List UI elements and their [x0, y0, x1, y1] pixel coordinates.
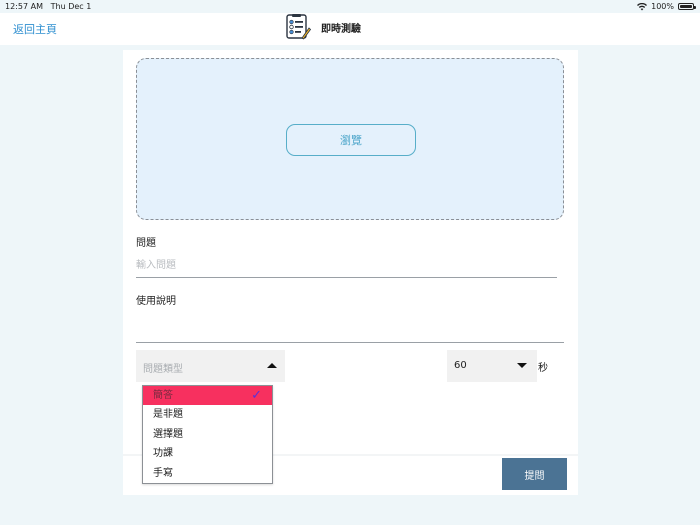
- dropdown-item-label: 簡答: [153, 390, 173, 401]
- caret-up-icon: [267, 363, 277, 368]
- battery-icon: [678, 3, 696, 10]
- battery-percent: 100%: [651, 2, 674, 11]
- dropdown-item-multiple-choice[interactable]: 選擇題: [143, 425, 272, 444]
- dropdown-item-label: 選擇題: [153, 428, 183, 440]
- chevron-down-icon: [517, 363, 527, 368]
- seconds-unit-label: 秒: [538, 363, 548, 374]
- dropdown-item-true-false[interactable]: 是非題: [143, 405, 272, 424]
- question-type-placeholder: 問題類型: [143, 364, 183, 375]
- instructions-label: 使用說明: [136, 296, 176, 307]
- status-time-date: 12:57 AM Thu Dec 1: [5, 0, 91, 13]
- browse-button[interactable]: 瀏覽: [286, 124, 416, 156]
- question-type-select[interactable]: 問題類型: [136, 350, 285, 382]
- time-limit-value: 60: [454, 360, 467, 371]
- upload-area[interactable]: 瀏覽: [136, 58, 564, 220]
- back-to-home-link[interactable]: 返回主頁: [13, 21, 57, 37]
- status-bar: 12:57 AM Thu Dec 1 100%: [0, 0, 700, 13]
- wifi-icon: [637, 2, 648, 10]
- time-limit-select[interactable]: 60: [447, 350, 537, 382]
- dropdown-item-handwriting[interactable]: 手寫: [143, 464, 272, 483]
- status-date: Thu Dec 1: [50, 2, 92, 11]
- question-type-dropdown: 簡答 ✓ 是非題 選擇題 功課 手寫: [142, 385, 273, 484]
- dropdown-item-label: 手寫: [153, 467, 173, 479]
- nav-bar: 返回主頁 即時測驗: [0, 13, 700, 45]
- battery-fill: [680, 5, 692, 8]
- dropdown-item-label: 功課: [153, 448, 173, 460]
- dropdown-item-short-answer[interactable]: 簡答 ✓: [143, 386, 272, 406]
- checkmark-icon: ✓: [251, 388, 262, 403]
- instructions-input-underline[interactable]: [136, 342, 564, 343]
- question-label: 問題: [136, 238, 156, 249]
- page-title: 即時測驗: [321, 23, 361, 35]
- dropdown-item-homework[interactable]: 功課: [143, 444, 272, 463]
- battery-cap: [694, 5, 696, 9]
- question-input[interactable]: [136, 254, 557, 278]
- status-right: 100%: [637, 0, 696, 13]
- status-time: 12:57 AM: [5, 2, 43, 11]
- quiz-icon: [286, 14, 311, 40]
- dropdown-item-label: 是非題: [153, 409, 183, 421]
- submit-question-button[interactable]: 提問: [502, 458, 567, 490]
- nav-title-group: 即時測驗: [285, 14, 361, 40]
